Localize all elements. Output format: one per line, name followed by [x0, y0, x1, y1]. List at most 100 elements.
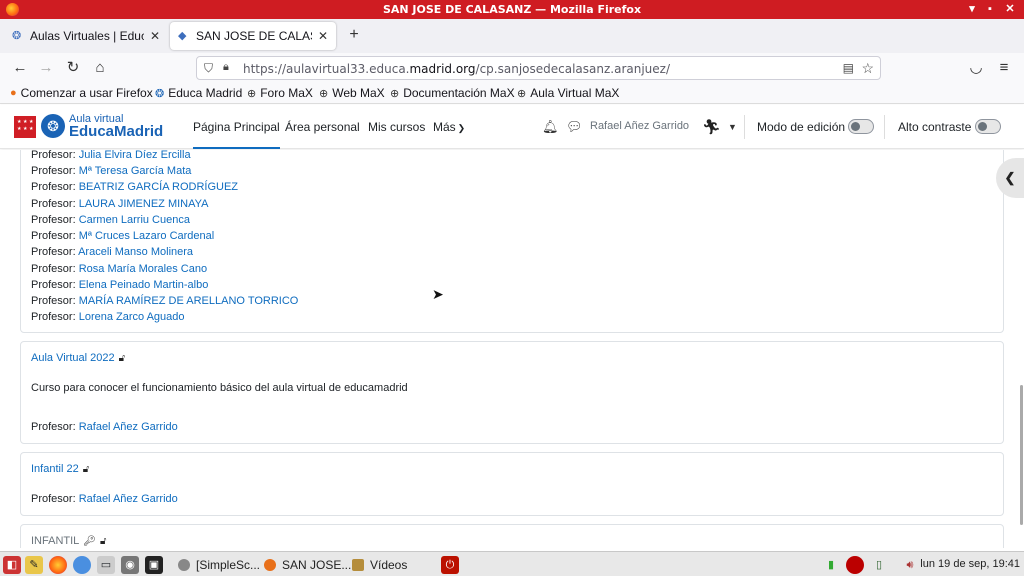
url-bar[interactable]: ⛉ 🔒︎ https://aulavirtual33.educa.madrid.… [196, 56, 881, 80]
app-launcher-icon[interactable]: ◧ [3, 556, 21, 574]
bookmark-item[interactable]: ● Comenzar a usar Firefox [10, 86, 153, 100]
course-card: Aula Virtual 2022 🔓︎ Curso para conocer e… [20, 341, 1004, 444]
professor-link[interactable]: Elena Peinado Martin-albo [79, 279, 209, 291]
user-name[interactable]: Rafael Añez Garrido [590, 120, 689, 132]
forward-icon[interactable]: → [36, 58, 56, 78]
nav-mas[interactable]: Más ❯ [433, 120, 465, 134]
tab-label: SAN JOSE DE CALASANZ [196, 29, 312, 43]
high-contrast-label: Alto contraste [898, 120, 972, 134]
bookmark-item[interactable]: ⊕ Foro MaX [247, 86, 313, 100]
unlock-icon: 🔓︎ [82, 464, 90, 475]
chevron-down-icon: ❯ [457, 123, 466, 133]
back-icon[interactable]: ← [10, 58, 30, 78]
professor-link[interactable]: Mª Cruces Lazaro Cardenal [79, 230, 215, 242]
professor-link[interactable]: BEATRIZ GARCÍA RODRÍGUEZ [79, 181, 238, 193]
close-tab-icon[interactable]: ✕ [150, 29, 160, 43]
logo-title[interactable]: EducaMadrid [69, 123, 163, 140]
professor-link[interactable]: Araceli Manso Molinera [78, 246, 193, 258]
close-window-icon[interactable]: ✕ [1002, 1, 1018, 17]
reload-icon[interactable]: ↻ [63, 58, 83, 78]
avatar[interactable]: 🏃︎ [702, 118, 721, 136]
home-icon[interactable]: ⌂ [90, 58, 110, 78]
tab-san-jose[interactable]: ◆ SAN JOSE DE CALASANZ ✕ [170, 22, 336, 50]
professor-row: Profesor: Mª Cruces Lazaro Cardenal [31, 230, 215, 242]
terminal-icon[interactable]: ▣ [145, 556, 163, 574]
professor-row: Profesor: Rafael Añez Garrido [31, 421, 178, 433]
educamadrid-icon: ❂ [155, 87, 165, 100]
record-icon[interactable]: ⏻ [441, 556, 459, 574]
course-card: INFANTIL 🔑︎ 🔓︎ [20, 524, 1004, 548]
bookmark-item[interactable]: ⊕ Web MaX [319, 86, 385, 100]
minimize-icon[interactable]: ▾ [964, 1, 980, 17]
bookmark-star-icon[interactable]: ☆ [861, 60, 874, 77]
professor-link[interactable]: Mª Teresa García Mata [79, 165, 192, 177]
course-title-link[interactable]: Infantil 22 🔓︎ [31, 463, 89, 475]
educamadrid-logo-icon[interactable]: ❂ [41, 114, 65, 138]
bell-icon[interactable]: 🔔︎ [542, 119, 559, 135]
professor-link[interactable]: Rosa María Morales Cano [79, 263, 207, 275]
clock[interactable]: lun 19 de sep, 19:41 [920, 558, 1020, 570]
mouse-cursor-icon: ➤ [432, 286, 444, 302]
message-icon[interactable]: 💬︎ [566, 119, 583, 135]
globe-icon: ⊕ [390, 87, 400, 100]
professor-link[interactable]: MARÍA RAMÍREZ DE ARELLANO TORRICO [79, 295, 299, 307]
record-indicator-icon[interactable] [846, 556, 864, 574]
globe-icon: ⊕ [247, 87, 257, 100]
navigation-bar: ← → ↻ ⌂ ⛉ 🔒︎ https://aulavirtual33.educa… [0, 53, 1024, 83]
nav-area-personal[interactable]: Área personal [285, 120, 360, 134]
professor-row: Profesor: BEATRIZ GARCÍA RODRÍGUEZ [31, 181, 239, 193]
professor-link[interactable]: Rafael Añez Garrido [79, 493, 178, 505]
taskbar: ◧ ✎ ▭ ◉ ▣ [SimpleSc... SAN JOSE... Vídeo… [0, 551, 1024, 576]
professor-row: Profesor: Rafael Añez Garrido [31, 493, 178, 505]
firefox-icon[interactable] [49, 556, 67, 574]
new-tab-icon[interactable]: + [344, 26, 364, 44]
clipboard-icon[interactable]: ▯ [870, 556, 888, 574]
url-text[interactable]: https://aulavirtual33.educa.madrid.org/c… [243, 62, 670, 76]
reader-view-icon[interactable]: ▤ [843, 61, 854, 75]
nav-mis-cursos[interactable]: Mis cursos [368, 120, 425, 134]
page-scrollbar[interactable] [1020, 385, 1023, 525]
divider [744, 115, 745, 139]
tab-aulas-virtuales[interactable]: ❂ Aulas Virtuales | EducaM ✕ [4, 22, 168, 50]
volume-icon[interactable]: 🔊︎ [901, 556, 919, 574]
bookmark-item[interactable]: ❂ Educa Madrid [155, 86, 242, 100]
screenshot-app-icon [178, 559, 190, 571]
course-title-link[interactable]: INFANTIL 🔑︎ 🔓︎ [31, 535, 106, 547]
globe-icon: ⊕ [319, 87, 329, 100]
pocket-icon[interactable]: ◡ [966, 58, 986, 78]
divider [884, 115, 885, 139]
bookmark-item[interactable]: ⊕ Aula Virtual MaX [517, 86, 619, 100]
professor-link[interactable]: Julia Elvira Díez Ercilla [79, 150, 191, 161]
close-tab-icon[interactable]: ✕ [318, 29, 328, 43]
text-editor-icon[interactable]: ✎ [25, 556, 43, 574]
bookmark-item[interactable]: ⊕ Documentación MaX [390, 86, 515, 100]
taskbar-task[interactable]: SAN JOSE... [264, 556, 351, 574]
professor-link[interactable]: Rafael Añez Garrido [79, 421, 178, 433]
file-manager-icon[interactable]: ▭ [97, 556, 115, 574]
shield-icon[interactable]: ⛉ [204, 61, 213, 76]
camera-icon[interactable]: ◉ [121, 556, 139, 574]
chevron-down-icon[interactable]: ▼ [728, 122, 737, 132]
taskbar-task[interactable]: [SimpleSc... [178, 556, 260, 574]
course-title-link[interactable]: Aula Virtual 2022 🔓︎ [31, 352, 125, 364]
signal-icon[interactable]: ▮ [822, 556, 840, 574]
professor-link[interactable]: Lorena Zarco Aguado [79, 311, 185, 323]
taskbar-task[interactable]: Vídeos [352, 556, 407, 574]
professor-row: Profesor: Carmen Larriu Cuenca [31, 214, 190, 226]
course-icon: ◆ [178, 30, 187, 42]
firefox-icon [264, 559, 276, 571]
window-title: SAN JOSE DE CALASANZ — Mozilla Firefox [382, 3, 642, 16]
professor-link[interactable]: Carmen Larriu Cuenca [79, 214, 190, 226]
professor-link[interactable]: LAURA JIMENEZ MINAYA [79, 198, 209, 210]
professor-row: Profesor: MARÍA RAMÍREZ DE ARELLANO TORR… [31, 295, 299, 307]
edit-mode-toggle[interactable] [848, 119, 874, 134]
window-titlebar: SAN JOSE DE CALASANZ — Mozilla Firefox ▾… [0, 0, 1024, 19]
tab-label: Aulas Virtuales | EducaM [30, 29, 144, 43]
lock-icon[interactable]: 🔒︎ [223, 61, 229, 74]
high-contrast-toggle[interactable] [975, 119, 1001, 134]
comunidad-madrid-flag-icon[interactable]: ★ ★ ★ ★ ★ ★ [14, 116, 36, 138]
menu-icon[interactable]: ≡ [994, 58, 1014, 78]
chrome-icon[interactable] [73, 556, 91, 574]
nav-pagina-principal[interactable]: Página Principal [193, 120, 280, 149]
maximize-icon[interactable]: ▪ [982, 1, 998, 17]
